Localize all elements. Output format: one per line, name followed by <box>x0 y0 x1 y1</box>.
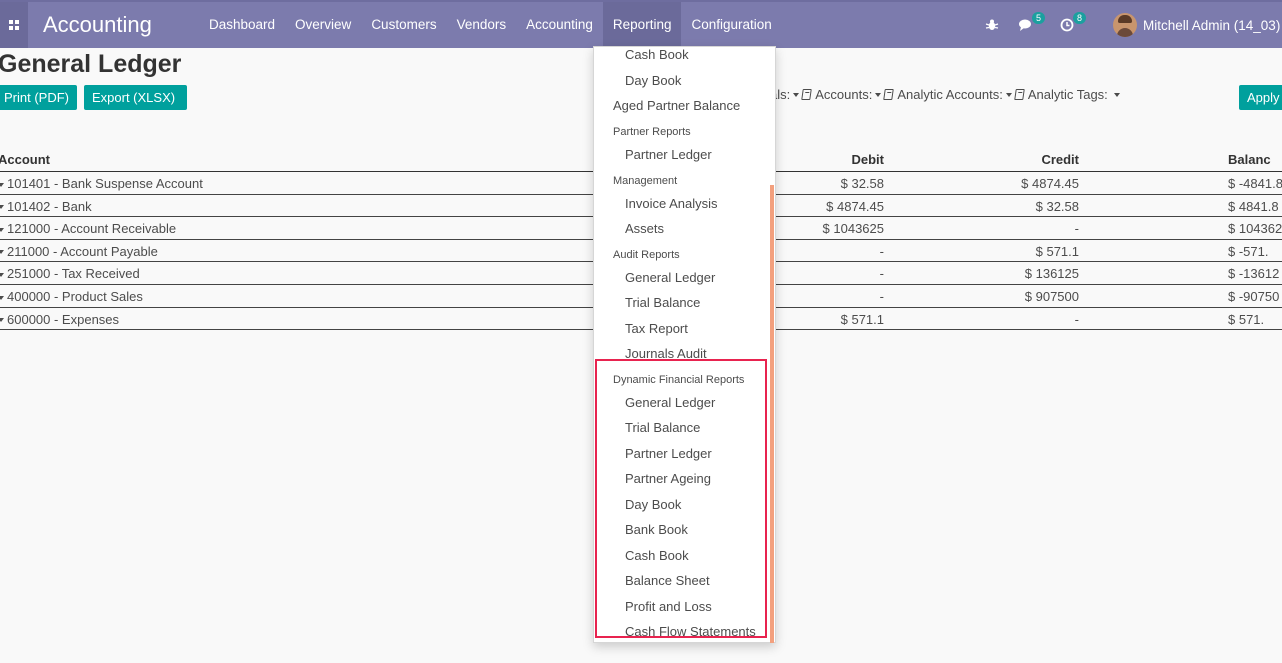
menu-item-assets[interactable]: Assets <box>625 221 664 236</box>
dynamic-reports-highlight <box>595 359 767 638</box>
account-name: 400000 - Product Sales <box>7 288 143 304</box>
top-navbar: Accounting Dashboard Overview Customers … <box>0 0 1282 48</box>
user-name: Mitchell Admin (14_03) <box>1143 17 1281 33</box>
credit-cell: - <box>1074 311 1079 327</box>
caret-down-icon <box>0 272 4 277</box>
debit-cell: $ 1043625 <box>822 221 884 237</box>
messages-badge: 5 <box>1032 12 1046 24</box>
avatar <box>1113 13 1137 37</box>
header-balance: Balanc <box>1228 152 1271 167</box>
menu-dashboard[interactable]: Dashboard <box>199 2 285 48</box>
caret-down-icon <box>0 250 4 255</box>
account-cell: 251000 - Tax Received <box>0 266 140 281</box>
caret-down-icon <box>0 318 4 323</box>
activity-badge: 8 <box>1073 12 1087 24</box>
header-account: Account <box>0 152 50 167</box>
page-title: General Ledger <box>0 50 182 78</box>
balance-cell: $ -4841.8 <box>1228 176 1282 191</box>
menu-configuration[interactable]: Configuration <box>681 2 781 48</box>
header-debit: Debit <box>851 152 885 167</box>
accounts-filter[interactable]: Accounts: <box>815 87 897 102</box>
balance-cell: $ -571. <box>1228 243 1269 259</box>
debit-cell: $ 4874.45 <box>826 198 884 214</box>
credit-cell: $ 4874.45 <box>1021 176 1079 191</box>
menu-section-management: Management <box>613 175 678 187</box>
account-cell: 211000 - Account Payable <box>0 244 158 259</box>
account-name: 101402 - Bank <box>7 198 92 214</box>
filter-bar: als: Accounts: Analytic Accounts: Analyt… <box>770 87 1131 102</box>
analytic-accounts-filter[interactable]: Analytic Accounts: <box>897 87 1028 102</box>
menu-item-trial-balance[interactable]: Trial Balance <box>625 295 700 310</box>
account-cell: 101401 - Bank Suspense Account <box>0 176 203 191</box>
menu-item-invoice-analysis[interactable]: Invoice Analysis <box>625 196 718 211</box>
credit-cell: - <box>1074 221 1079 237</box>
caret-down-icon <box>793 92 800 97</box>
menu-item-day-book[interactable]: Day Book <box>625 73 681 88</box>
menu-overview[interactable]: Overview <box>285 2 361 48</box>
account-cell: 600000 - Expenses <box>0 312 119 327</box>
debit-cell: - <box>879 266 884 282</box>
analytic-tags-filter-label: Analytic Tags: <box>1027 87 1108 102</box>
book-icon <box>1014 89 1025 100</box>
menu-item-tax-report[interactable]: Tax Report <box>625 321 688 336</box>
export-xlsx-button[interactable]: Export (XLSX) <box>84 85 187 110</box>
caret-down-icon <box>1005 92 1012 97</box>
menu-accounting[interactable]: Accounting <box>516 2 603 48</box>
credit-cell: $ 571.1 <box>1035 243 1079 259</box>
menu-vendors[interactable]: Vendors <box>447 2 517 48</box>
analytic-accounts-filter-label: Analytic Accounts: <box>897 87 1003 102</box>
user-menu[interactable]: Mitchell Admin (14_03) <box>1113 13 1280 37</box>
account-cell: 101402 - Bank <box>0 199 92 214</box>
account-cell: 121000 - Account Receivable <box>0 221 176 236</box>
debit-cell: $ 32.58 <box>840 176 884 191</box>
credit-cell: $ 907500 <box>1024 288 1079 304</box>
menu-item-aged-partner-balance[interactable]: Aged Partner Balance <box>613 98 740 113</box>
menu-section-audit-reports: Audit Reports <box>613 249 680 261</box>
print-pdf-button[interactable]: Print (PDF) <box>0 85 77 110</box>
credit-cell: $ 32.58 <box>1035 198 1079 214</box>
messages-icon[interactable] <box>1018 2 1034 48</box>
account-name: 600000 - Expenses <box>7 311 120 327</box>
dropdown-scrollbar[interactable] <box>770 185 774 643</box>
account-name: 251000 - Tax Received <box>7 266 140 282</box>
activity-icon[interactable] <box>1060 2 1074 48</box>
apps-menu-icon[interactable] <box>0 2 28 48</box>
menu-section-partner-reports: Partner Reports <box>613 126 691 138</box>
account-name: 211000 - Account Payable <box>7 243 158 259</box>
caret-down-icon <box>875 92 882 97</box>
accounts-filter-label: Accounts: <box>815 87 873 102</box>
account-cell: 400000 - Product Sales <box>0 289 143 304</box>
menu-item-cash-book[interactable]: Cash Book <box>625 47 689 62</box>
balance-cell: $ 4841.8 <box>1228 198 1279 214</box>
caret-down-icon <box>0 205 4 210</box>
header-credit: Credit <box>1041 152 1079 167</box>
book-icon <box>883 89 895 100</box>
balance-cell: $ -90750 <box>1228 288 1280 304</box>
app-title: Accounting <box>43 12 152 37</box>
debit-cell: - <box>879 243 884 259</box>
debit-cell: - <box>879 288 884 304</box>
debit-cell: $ 571.1 <box>840 311 884 327</box>
credit-cell: $ 136125 <box>1024 266 1079 282</box>
menu-item-general-ledger[interactable]: General Ledger <box>625 270 715 285</box>
apply-button[interactable]: Apply <box>1239 85 1282 110</box>
caret-down-icon <box>0 182 4 187</box>
debug-icon[interactable] <box>985 2 999 48</box>
main-menu: Dashboard Overview Customers Vendors Acc… <box>199 2 782 48</box>
menu-customers[interactable]: Customers <box>361 2 446 48</box>
book-icon <box>801 89 813 100</box>
caret-down-icon <box>1113 92 1120 97</box>
balance-cell: $ 104362 <box>1228 221 1282 237</box>
caret-down-icon <box>0 295 4 300</box>
caret-down-icon <box>0 227 4 232</box>
analytic-tags-filter[interactable]: Analytic Tags: <box>1028 87 1123 102</box>
journals-filter[interactable]: als: <box>770 87 815 102</box>
balance-cell: $ 571. <box>1228 311 1265 327</box>
balance-cell: $ -13612 <box>1228 266 1280 282</box>
account-name: 101401 - Bank Suspense Account <box>7 176 203 191</box>
menu-item-partner-ledger[interactable]: Partner Ledger <box>625 147 712 162</box>
account-name: 121000 - Account Receivable <box>7 221 177 237</box>
menu-reporting[interactable]: Reporting <box>602 2 682 48</box>
